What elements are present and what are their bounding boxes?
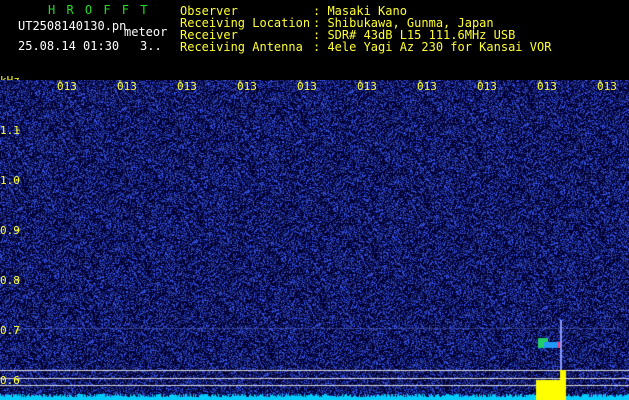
header-panel: H R O F F T UT2508140130.pn meteor 25.08… <box>0 0 629 80</box>
y-tick-label: 1.1 <box>0 124 20 137</box>
y-tick-label: 1.0 <box>0 174 20 187</box>
x-tick-label: 013 <box>597 80 617 93</box>
y-tick-label: 0.6 <box>0 374 20 387</box>
datetime: 25.08.14 01:30 <box>18 39 120 53</box>
x-tick-label: 013 <box>177 80 197 93</box>
x-tick-label: 013 <box>477 80 497 93</box>
spectrogram-canvas <box>0 80 629 400</box>
x-tick-label: 013 <box>357 80 377 93</box>
antenna-label: Receiving Antenna <box>180 40 303 54</box>
spectrogram-panel <box>0 80 629 400</box>
filename: UT2508140130.pn <box>18 19 127 33</box>
x-tick-label: 013 <box>237 80 257 93</box>
antenna-value: : 4ele Yagi Az 230 for Kansai VOR <box>313 40 552 54</box>
x-tick-label: 013 <box>57 80 77 93</box>
y-tick-label: 0.9 <box>0 224 20 237</box>
value-readout: 3.. <box>140 39 162 53</box>
x-tick-label: 013 <box>117 80 137 93</box>
x-tick-label: 013 <box>297 80 317 93</box>
x-tick-label: 013 <box>537 80 557 93</box>
category-label: meteor <box>124 25 168 39</box>
x-tick-label: 013 <box>417 80 437 93</box>
y-tick-label: 0.8 <box>0 274 20 287</box>
y-tick-label: 0.7 <box>0 324 20 337</box>
app-name: H R O F F T <box>48 3 150 17</box>
